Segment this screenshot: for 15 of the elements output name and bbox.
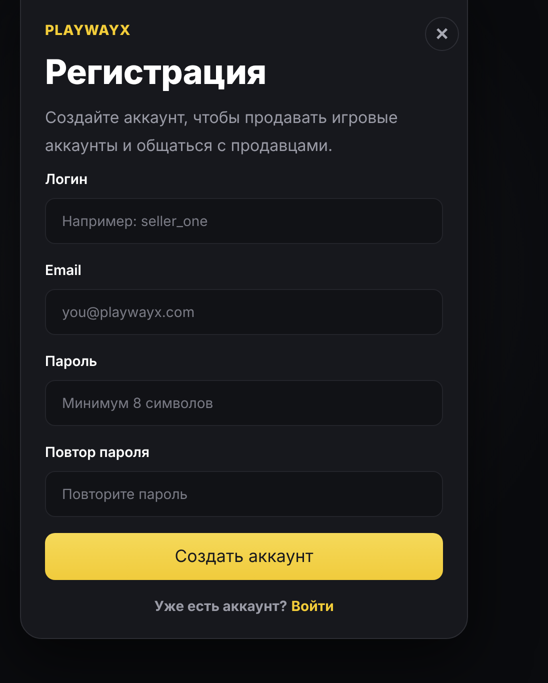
field-label: Логин <box>45 171 89 188</box>
login-link[interactable]: Войти <box>291 598 334 615</box>
input-field[interactable]: Повторите пароль <box>45 471 443 517</box>
input-field[interactable]: Минимум 8 символов <box>45 380 443 426</box>
brand-logo: PLAYWAYX <box>45 22 131 38</box>
create-account-button[interactable]: Создать аккаунт <box>45 533 443 580</box>
footer-text: Уже есть аккаунт? <box>154 598 288 615</box>
field-label: Пароль <box>45 353 98 370</box>
input-field[interactable]: Например: seller_one <box>45 198 443 244</box>
field-label: Email <box>45 262 82 279</box>
dialog-title: Регистрация <box>45 53 268 93</box>
dialog-subtitle: Создайте аккаунт, чтобы продавать игровые аккаунты и общаться с продавцами. <box>45 106 399 157</box>
field-label: Повтор пароля <box>45 444 150 461</box>
close-button[interactable]: × <box>425 17 459 51</box>
input-field[interactable]: you@playwayx.com <box>45 289 443 335</box>
